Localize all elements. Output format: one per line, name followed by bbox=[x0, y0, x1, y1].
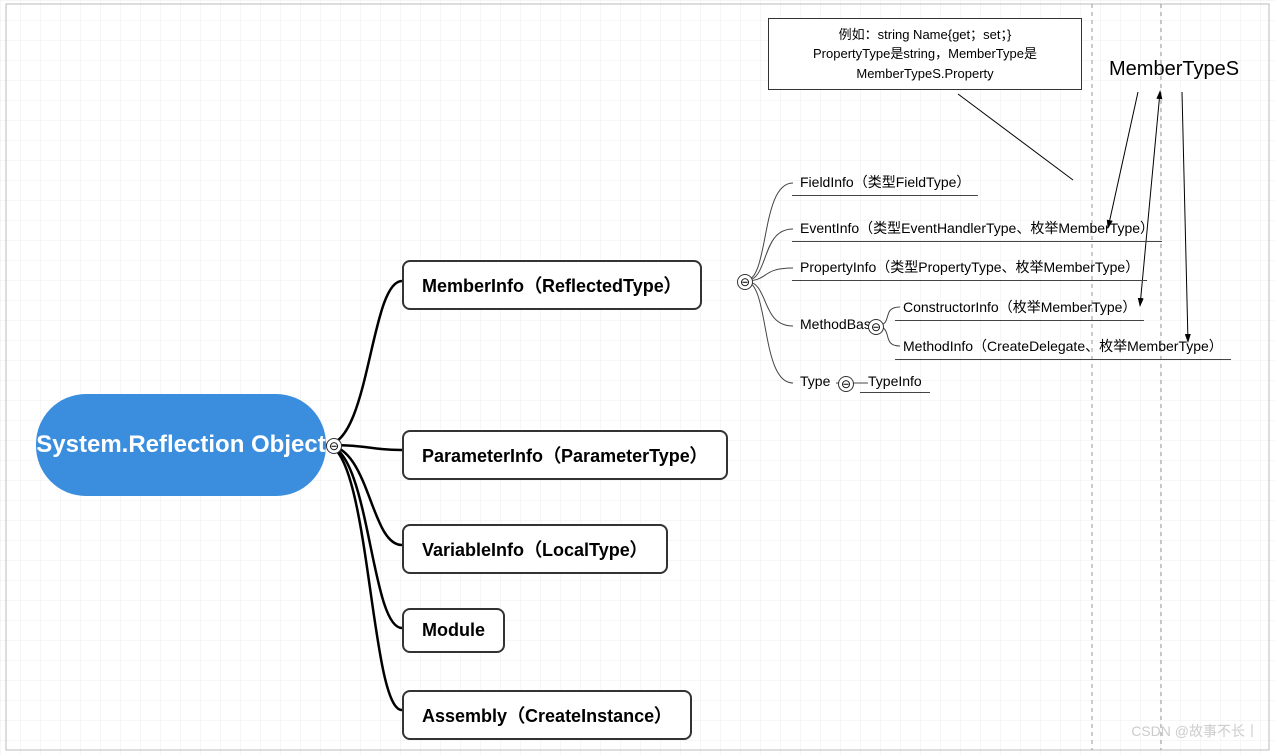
note-line: MemberTypeS.Property bbox=[856, 64, 993, 84]
leaf-label: FieldInfo（类型FieldType） bbox=[800, 174, 970, 190]
leaf-label: ConstructorInfo（枚举MemberType） bbox=[903, 299, 1136, 315]
note-line: 例如：string Name{get；set；} bbox=[839, 25, 1012, 45]
mindmap-canvas: System.Reflection Object ⊖ MemberInfo（Re… bbox=[0, 0, 1275, 755]
node-variableinfo[interactable]: VariableInfo（LocalType） bbox=[402, 524, 668, 574]
node-label: VariableInfo（LocalType） bbox=[422, 536, 648, 562]
leaf-label: MethodBase bbox=[800, 316, 879, 332]
background-grid bbox=[0, 0, 1275, 755]
leaf-label: PropertyInfo（类型PropertyType、枚举MemberType… bbox=[800, 259, 1139, 275]
node-assembly[interactable]: Assembly（CreateInstance） bbox=[402, 690, 692, 740]
leaf-label: MethodInfo（CreateDelegate、枚举MemberType） bbox=[903, 338, 1223, 354]
annotation-note: 例如：string Name{get；set；} PropertyType是st… bbox=[768, 18, 1082, 90]
node-module[interactable]: Module bbox=[402, 608, 505, 653]
root-label: System.Reflection Object bbox=[36, 430, 325, 460]
heading-membertypes: MemberTypeS bbox=[1109, 58, 1239, 81]
leaf-fieldinfo[interactable]: FieldInfo（类型FieldType） bbox=[800, 172, 970, 192]
node-label: Assembly（CreateInstance） bbox=[422, 702, 672, 728]
note-line: PropertyType是string，MemberType是 bbox=[813, 44, 1037, 64]
leaf-typeinfo[interactable]: TypeInfo bbox=[868, 373, 922, 389]
leaf-label: EventInfo（类型EventHandlerType、枚举MemberTyp… bbox=[800, 220, 1154, 236]
toggle-root[interactable]: ⊖ bbox=[326, 438, 342, 454]
leaf-type[interactable]: Type bbox=[800, 373, 830, 389]
node-label: MemberInfo（ReflectedType） bbox=[422, 272, 682, 298]
node-label: Module bbox=[422, 620, 485, 641]
leaf-label: Type bbox=[800, 373, 830, 389]
watermark: CSDN @故事不长丨 bbox=[1131, 721, 1259, 741]
leaf-label: TypeInfo bbox=[868, 373, 922, 389]
root-node[interactable]: System.Reflection Object bbox=[36, 394, 326, 496]
leaf-constructorinfo[interactable]: ConstructorInfo（枚举MemberType） bbox=[903, 297, 1136, 317]
node-parameterinfo[interactable]: ParameterInfo（ParameterType） bbox=[402, 430, 728, 480]
leaf-propertyinfo[interactable]: PropertyInfo（类型PropertyType、枚举MemberType… bbox=[800, 257, 1139, 277]
leaf-methodbase[interactable]: MethodBase bbox=[800, 316, 879, 332]
toggle-type[interactable]: ⊖ bbox=[838, 376, 854, 392]
node-memberinfo[interactable]: MemberInfo（ReflectedType） bbox=[402, 260, 702, 310]
toggle-methodbase[interactable]: ⊖ bbox=[868, 319, 884, 335]
node-label: ParameterInfo（ParameterType） bbox=[422, 442, 708, 468]
leaf-methodinfo[interactable]: MethodInfo（CreateDelegate、枚举MemberType） bbox=[903, 336, 1223, 356]
toggle-memberinfo[interactable]: ⊖ bbox=[737, 274, 753, 290]
leaf-eventinfo[interactable]: EventInfo（类型EventHandlerType、枚举MemberTyp… bbox=[800, 218, 1154, 238]
